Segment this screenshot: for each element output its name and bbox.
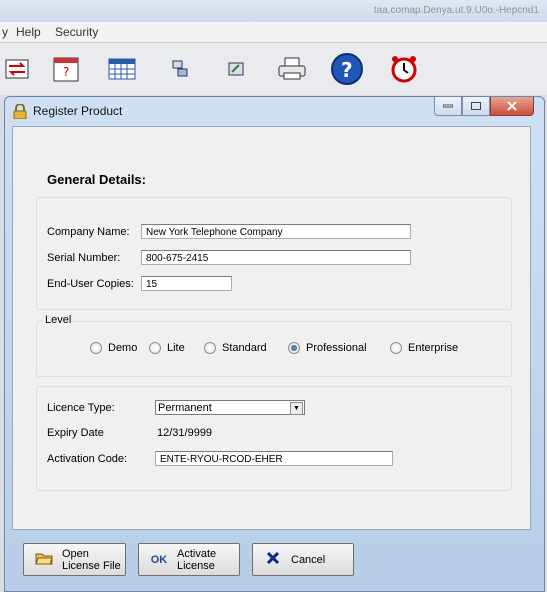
company-label: Company Name: xyxy=(47,226,130,238)
serial-label: Serial Number: xyxy=(47,252,121,264)
menu-security[interactable]: Security xyxy=(55,25,98,39)
level-label: Level xyxy=(43,314,74,326)
calendar-grid-icon[interactable] xyxy=(104,51,140,87)
app-title-text: taa.comap.Denya.ut.9.U0o.-Hepcnd1 xyxy=(373,5,539,16)
serial-number-field[interactable]: 800-675-2415 xyxy=(141,250,411,265)
licence-type-value: Permanent xyxy=(158,402,212,414)
radio-dot xyxy=(390,342,402,354)
radio-lite[interactable]: Lite xyxy=(149,342,185,354)
radio-dot xyxy=(149,342,161,354)
company-name-field[interactable]: New York Telephone Company xyxy=(141,224,411,239)
radio-dot xyxy=(90,342,102,354)
menu-bar: y Help Security xyxy=(0,22,547,43)
dialog-title: Register Product xyxy=(33,104,123,118)
activate-license-button[interactable]: OK Activate License xyxy=(138,543,240,576)
dialog-client-area: General Details: Company Name: New York … xyxy=(12,126,531,530)
cancel-button-label: Cancel xyxy=(291,553,326,566)
network-icon[interactable] xyxy=(162,51,198,87)
activate-label-line2: License xyxy=(177,559,215,572)
open-license-file-button[interactable]: Open License File xyxy=(23,543,126,576)
maximize-icon xyxy=(471,102,481,110)
lock-icon xyxy=(13,103,27,120)
cancel-x-icon xyxy=(263,551,283,567)
expiry-value: 12/31/9999 xyxy=(157,427,213,439)
radio-enterprise-label: Enterprise xyxy=(408,342,459,354)
close-icon xyxy=(507,101,517,111)
menu-help[interactable]: Help xyxy=(16,25,41,39)
cancel-button[interactable]: Cancel xyxy=(252,543,354,576)
ok-icon: OK xyxy=(150,553,168,566)
edit-window-icon[interactable] xyxy=(218,51,254,87)
help-icon[interactable]: ? xyxy=(329,51,365,87)
level-group: Level Demo Lite Standard Professional En… xyxy=(36,314,512,377)
radio-demo[interactable]: Demo xyxy=(90,342,137,354)
radio-standard-label: Standard xyxy=(222,342,267,354)
open-label-line2: License File xyxy=(62,559,121,572)
copies-field[interactable]: 15 xyxy=(141,276,232,291)
menu-separator: y xyxy=(2,25,8,39)
radio-enterprise[interactable]: Enterprise xyxy=(390,342,458,354)
transfer-icon[interactable] xyxy=(0,51,36,87)
svg-text:?: ? xyxy=(63,65,69,79)
alarm-clock-icon[interactable] xyxy=(386,51,422,87)
app-title-bar: taa.comap.Denya.ut.9.U0o.-Hepcnd1 xyxy=(0,0,547,22)
licence-type-select[interactable]: Permanent ▼ xyxy=(155,400,305,415)
folder-icon xyxy=(34,551,54,568)
window-controls xyxy=(434,97,534,116)
open-label-line1: Open xyxy=(62,547,89,560)
radio-dot-selected xyxy=(288,342,300,354)
radio-demo-label: Demo xyxy=(108,342,138,354)
radio-professional-label: Professional xyxy=(306,342,367,354)
activate-button-label: Activate License xyxy=(177,548,216,572)
copies-label: End-User Copies: xyxy=(47,278,134,290)
minimize-icon xyxy=(443,104,453,108)
printer-icon[interactable] xyxy=(274,51,310,87)
toolbar: ? ? xyxy=(0,43,547,95)
licence-type-label: Licence Type: xyxy=(47,402,115,414)
open-button-label: Open License File xyxy=(62,548,121,572)
close-button[interactable] xyxy=(490,97,534,116)
radio-professional[interactable]: Professional xyxy=(288,342,367,354)
activation-label: Activation Code: xyxy=(47,453,128,465)
calendar-question-icon[interactable]: ? xyxy=(48,51,84,87)
radio-dot xyxy=(204,342,216,354)
radio-standard[interactable]: Standard xyxy=(204,342,267,354)
expiry-label: Expiry Date xyxy=(47,427,104,439)
activation-code-field[interactable]: ENTE-RYOU-RCOD-EHER xyxy=(155,451,393,466)
activate-label-line1: Activate xyxy=(177,547,217,560)
svg-text:?: ? xyxy=(341,58,353,82)
maximize-button[interactable] xyxy=(462,97,490,116)
radio-lite-label: Lite xyxy=(167,342,185,354)
chevron-down-icon[interactable]: ▼ xyxy=(290,402,303,415)
register-product-dialog: Register Product General Details: Compan… xyxy=(4,96,545,592)
details-group: Company Name: New York Telephone Company… xyxy=(36,197,512,310)
section-title: General Details: xyxy=(47,172,146,187)
minimize-button[interactable] xyxy=(434,97,462,116)
licence-group: Licence Type: Permanent ▼ Expiry Date 12… xyxy=(36,386,512,491)
